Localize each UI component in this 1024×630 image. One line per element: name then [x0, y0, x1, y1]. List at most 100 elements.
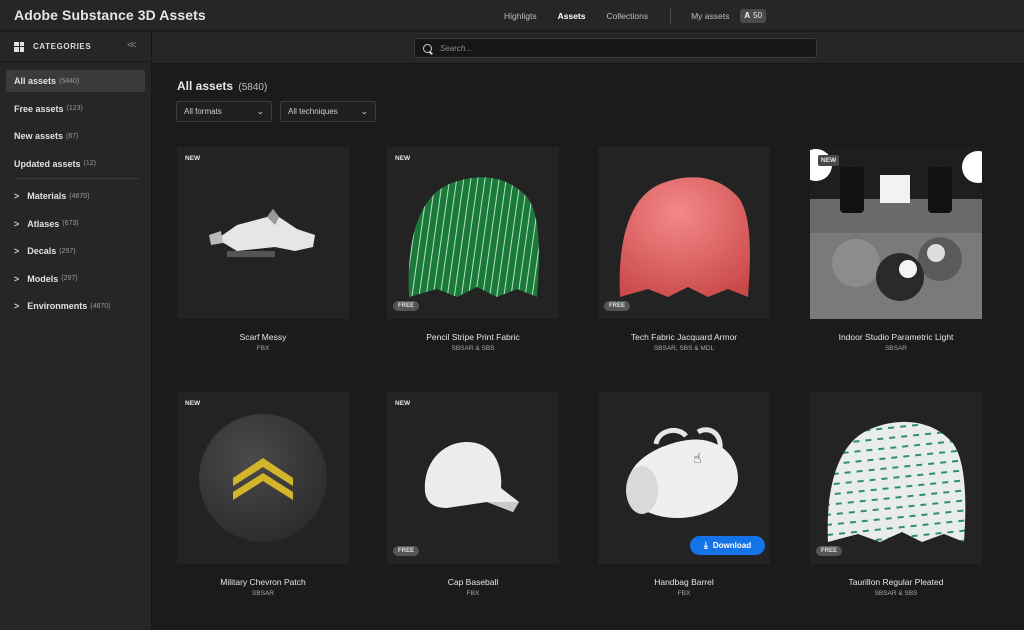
sidebar-item-materials[interactable]: > Materials (4870) [6, 185, 145, 207]
page-title: All assets (5840) [177, 79, 267, 93]
sidebar-item-label: Updated assets [14, 158, 81, 169]
chevron-patch-image [199, 414, 327, 542]
new-badge: NEW [395, 155, 411, 162]
asset-card[interactable]: NEW FREE Pencil Stripe Print Fabric SBSA… [387, 147, 559, 392]
techniques-dropdown[interactable]: All techniques ⌄ [280, 101, 376, 122]
asset-thumbnail[interactable]: NEW [177, 147, 349, 319]
asset-formats: SBSAR, SBS & MDL [653, 345, 715, 352]
asset-title[interactable]: Tech Fabric Jacquard Armor [598, 332, 770, 342]
sidebar-item-count: (12) [83, 160, 96, 167]
formats-dropdown[interactable]: All formats ⌄ [176, 101, 272, 122]
asset-thumbnail[interactable]: FREE [598, 147, 770, 319]
asset-title[interactable]: Handbag Barrel [598, 577, 770, 587]
categories-label: CATEGORIES [33, 42, 92, 51]
chevron-right-icon: > [14, 218, 20, 229]
sidebar-item-count: (4870) [90, 302, 111, 310]
asset-card[interactable]: NEW Military Chevron Patch SBSAR [177, 392, 349, 630]
asset-formats: SBSAR [251, 590, 275, 597]
asset-title[interactable]: Scarf Messy [177, 332, 349, 342]
search-box[interactable] [414, 38, 817, 58]
pleated-fabric-image [827, 421, 966, 542]
asset-thumbnail[interactable]: NEW FREE [387, 392, 559, 564]
app-title: Adobe Substance 3D Assets [14, 7, 206, 23]
sidebar-item-models[interactable]: > Models (297) [6, 268, 145, 290]
filters: All formats ⌄ All techniques ⌄ [176, 101, 384, 122]
new-badge: NEW [185, 155, 201, 162]
asset-title[interactable]: Taurillon Regular Pleated [810, 577, 982, 587]
asset-title[interactable]: Cap Baseball [387, 577, 559, 587]
asset-formats: SBSAR & SBS [874, 590, 918, 597]
chevron-down-icon: ⌄ [360, 107, 370, 116]
credits-value: 50 [753, 11, 763, 20]
asset-card[interactable]: FREE Taurillon Regular Pleated SBSAR & S… [810, 392, 982, 630]
chevron-right-icon: > [14, 273, 20, 284]
sidebar-item-atlases[interactable]: > Atlases (673) [6, 213, 145, 235]
sidebar-item-label: All assets [14, 76, 57, 86]
hand-cursor-icon: ☝ [693, 450, 702, 466]
asset-title[interactable]: Military Chevron Patch [177, 577, 349, 587]
asset-thumbnail[interactable]: NEW [810, 147, 982, 319]
cap-image [424, 442, 519, 512]
search-input[interactable] [440, 43, 800, 53]
asset-card[interactable]: NEW Indoor Studio Parametric Light SBSAR [810, 147, 982, 392]
chevron-right-icon: > [14, 191, 20, 201]
sidebar-item-free-assets[interactable]: Free assets (123) [6, 98, 145, 120]
collapse-sidebar-icon[interactable]: << [127, 40, 137, 51]
sidebar-item-count: (123) [66, 105, 83, 112]
sidebar-item-count: (297) [61, 275, 78, 282]
asset-formats: SBSAR & SBS [451, 345, 495, 352]
asset-card[interactable]: NEW Scarf Messy FBX [177, 147, 349, 392]
formats-dropdown-label: All formats [184, 107, 222, 116]
credits-badge[interactable]: A 50 [740, 8, 767, 23]
download-icon: ⤓ [703, 540, 708, 550]
asset-title[interactable]: Indoor Studio Parametric Light [810, 332, 982, 342]
asset-formats: FBX [466, 590, 480, 597]
nav-assets[interactable]: Assets [558, 11, 586, 21]
chevron-right-icon: > [14, 246, 20, 256]
techniques-dropdown-label: All techniques [288, 107, 338, 116]
chevron-down-icon: ⌄ [256, 107, 266, 116]
nav-divider [670, 7, 672, 24]
categories-header: CATEGORIES << [0, 32, 151, 62]
asset-thumbnail[interactable]: NEW FREE [387, 147, 559, 319]
sidebar-divider [14, 178, 139, 179]
sidebar-item-count: (5840) [59, 77, 80, 85]
sidebar-item-all-assets[interactable]: All assets (5840) [6, 70, 145, 92]
sidebar-item-environments[interactable]: > Environments (4870) [6, 295, 145, 317]
sidebar-item-label: Decals [27, 246, 57, 256]
asset-card[interactable]: ☝ ⤓ Download Handbag Barrel FBX [598, 392, 770, 630]
asset-card[interactable]: NEW FREE Cap Baseball FBX [387, 392, 559, 630]
asset-title[interactable]: Pencil Stripe Print Fabric [387, 332, 559, 342]
sidebar-item-new-assets[interactable]: New assets (67) [6, 125, 145, 147]
asset-formats: FBX [677, 590, 691, 597]
studio-light-image [810, 147, 982, 319]
nav-my-assets[interactable]: My assets [691, 11, 729, 21]
page-title-text: All assets [177, 79, 234, 93]
chevron-right-icon: > [14, 301, 20, 311]
sidebar-item-count: (297) [59, 247, 76, 255]
asset-thumbnail[interactable]: FREE [810, 392, 982, 564]
scarf-image [209, 209, 315, 257]
free-badge: FREE [393, 546, 420, 556]
sidebar-item-label: Atlases [27, 218, 60, 229]
sidebar-item-count: (4870) [69, 192, 90, 200]
sidebar-item-count: (673) [62, 220, 79, 227]
sidebar-item-label: Free assets [14, 103, 64, 114]
sidebar-item-updated-assets[interactable]: Updated assets (12) [6, 153, 145, 175]
asset-formats: SBSAR [884, 345, 908, 352]
nav-highlights[interactable]: Highligts [504, 11, 537, 21]
download-label: Download [712, 541, 752, 550]
sidebar-item-decals[interactable]: > Decals (297) [6, 240, 145, 262]
fabric-image [619, 177, 750, 297]
search-icon [423, 43, 432, 53]
new-badge: NEW [185, 400, 201, 407]
main-content: All assets (5840) All formats ⌄ All tech… [153, 65, 1024, 630]
asset-card[interactable]: FREE Tech Fabric Jacquard Armor SBSAR, S… [598, 147, 770, 392]
asset-thumbnail[interactable]: NEW [177, 392, 349, 564]
download-button[interactable]: ⤓ Download [690, 536, 765, 555]
search-bar [152, 32, 1024, 64]
free-badge: FREE [604, 301, 631, 311]
sidebar-item-label: Models [27, 273, 59, 284]
asset-thumbnail[interactable]: ☝ ⤓ Download [598, 392, 770, 564]
nav-collections[interactable]: Collections [607, 11, 649, 21]
